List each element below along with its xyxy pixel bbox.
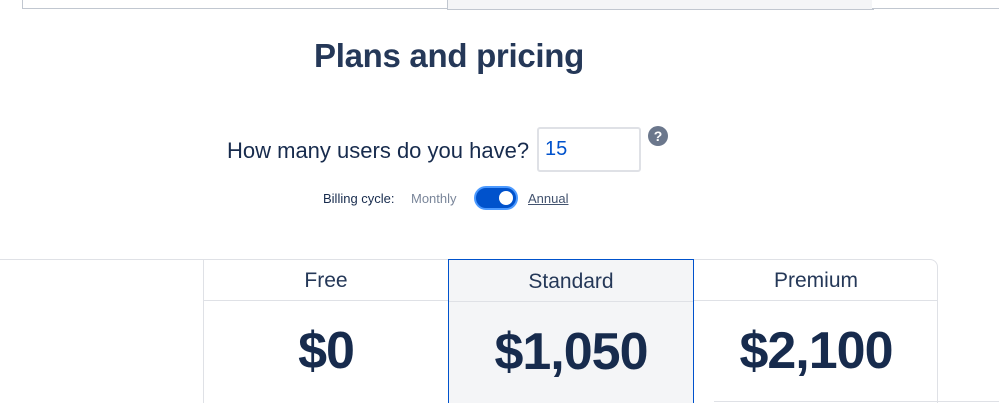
tab-right[interactable] [872,0,999,9]
billing-monthly-option[interactable]: Monthly [411,191,457,206]
plan-name: Free [204,259,448,301]
plan-price: $2,100 [739,322,893,380]
plan-name: Premium [694,259,938,301]
users-question-label: How many users do you have? [227,138,530,163]
plan-name: Standard [449,260,693,302]
users-count-input[interactable] [537,127,641,172]
plan-standard[interactable]: Standard $1,050 [448,259,694,403]
plan-premium[interactable]: Premium $2,100 [694,259,938,403]
page-title: Plans and pricing [314,37,584,74]
plan-price: $1,050 [494,323,648,381]
pricing-page: Plans and pricing How many users do you … [0,0,999,403]
divider [714,401,999,402]
billing-cycle-label: Billing cycle: [323,191,395,206]
plan-free[interactable]: Free $0 [203,259,448,403]
tab-middle[interactable] [447,0,874,10]
toggle-knob [499,191,513,205]
plan-price: $0 [298,322,355,380]
billing-annual-option[interactable]: Annual [528,191,568,206]
billing-cycle-toggle[interactable] [474,186,518,210]
help-icon[interactable]: ? [648,126,668,146]
tab-left[interactable] [22,0,447,9]
